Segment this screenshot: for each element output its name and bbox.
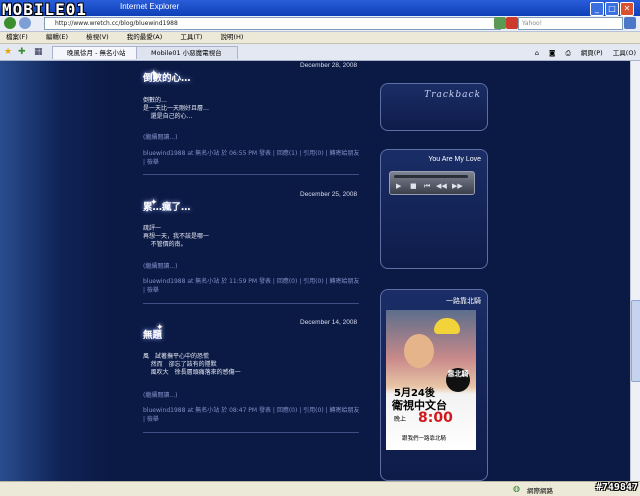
- divider: [143, 174, 359, 175]
- menu-tools[interactable]: 工具(T): [180, 33, 202, 41]
- poster-seal: 靠北騎: [446, 368, 470, 392]
- image-tag: #749847: [595, 482, 638, 493]
- trackback-title: Trackback: [424, 90, 481, 100]
- music-player: ▶ ■ ⏮ ◀◀ ▶▶: [389, 171, 475, 195]
- author-link[interactable]: bluewind1988: [143, 150, 185, 157]
- window-title: Internet Explorer: [120, 2, 180, 11]
- trackback-widget: Trackback: [380, 83, 488, 131]
- add-favorite-icon[interactable]: ✚: [18, 47, 26, 57]
- sparkle-icon: ✦: [150, 198, 158, 208]
- rewind-icon[interactable]: ◀◀: [436, 182, 447, 190]
- home-icon[interactable]: ⌂: [535, 49, 539, 57]
- forward-button[interactable]: [19, 17, 31, 29]
- command-bar: ⌂ ◙ ⎙ 網頁(P) 工具(O): [527, 47, 636, 58]
- helmet-shape: [434, 318, 460, 334]
- maximize-button[interactable]: □: [605, 2, 619, 16]
- status-bar: ◍ 網際網路 #749847: [0, 481, 640, 496]
- music-widget: You Are My Love ▶ ■ ⏮ ◀◀ ▶▶: [380, 149, 488, 269]
- post-date: December 14, 2008: [300, 319, 358, 326]
- poster-widget: 一路靠北騎 靠北騎 5月24後 衛視中文台 晚上 8:00 跟我們一路靠北騎: [380, 289, 488, 481]
- security-zone: 網際網路: [527, 487, 553, 495]
- next-icon[interactable]: ▶▶: [452, 182, 463, 190]
- author-link[interactable]: bluewind1988: [143, 278, 185, 285]
- print-icon[interactable]: ⎙: [565, 49, 570, 57]
- divider: [143, 432, 359, 433]
- post-meta: bluewind1988 at 無名小站 於 08:47 PM 發表 | 回應(…: [143, 406, 361, 424]
- menu-bar: 檔案(F) 編輯(E) 檢視(V) 我的最愛(A) 工具(T) 說明(H): [0, 32, 640, 44]
- tools-menu[interactable]: 工具(O): [613, 49, 636, 57]
- poster-evening: 晚上: [394, 416, 407, 423]
- poster-title: 一路靠北騎: [446, 298, 481, 305]
- minimize-button[interactable]: _: [590, 2, 604, 16]
- close-button[interactable]: ✕: [620, 2, 634, 16]
- post-date: December 25, 2008: [300, 191, 358, 198]
- sparkle-icon: ✦: [150, 69, 158, 79]
- menu-favorites[interactable]: 我的最愛(A): [127, 33, 163, 41]
- face-shape: [404, 334, 434, 368]
- vertical-scrollbar[interactable]: [630, 61, 640, 481]
- address-input[interactable]: http://www.wretch.cc/blog/bluewind1988: [44, 17, 501, 30]
- poster-time: 8:00: [418, 410, 453, 426]
- menu-edit[interactable]: 編輯(E): [46, 33, 68, 41]
- scrollbar-thumb[interactable]: [631, 300, 640, 382]
- menu-view[interactable]: 檢視(V): [86, 33, 109, 41]
- previous-icon[interactable]: ⏮: [424, 182, 430, 191]
- stop-icon[interactable]: ■: [410, 182, 417, 190]
- title-bar: Internet Explorer _ □ ✕: [0, 0, 640, 16]
- address-toolbar: http://www.wretch.cc/blog/bluewind1988 Y…: [0, 16, 640, 32]
- read-more-link[interactable]: (繼續閱讀...): [143, 261, 177, 270]
- tv-poster-image[interactable]: 靠北騎 5月24後 衛視中文台 晚上 8:00 跟我們一路靠北騎: [386, 310, 476, 450]
- post-body: 倒數的… 是一天比一天剛好且層… 還是自己的心…: [143, 97, 210, 120]
- post-meta: bluewind1988 at 無名小站 於 06:55 PM 發表 | 回應(…: [143, 149, 361, 167]
- sparkle-icon: ✦: [156, 323, 164, 333]
- post-body: 疏評一 再想一天，我不該是哪一 不管價的南。: [143, 225, 210, 248]
- refresh-button[interactable]: [494, 17, 506, 29]
- tab-bar: ★ ✚ ▦ 晚風徐月 - 無名小站 Mobile01 小惡魔電視台 ⌂ ◙ ⎙ …: [0, 44, 640, 61]
- read-more-link[interactable]: (繼續閱讀...): [143, 390, 177, 399]
- progress-bar[interactable]: [394, 175, 468, 178]
- post-date: December 28, 2008: [300, 62, 358, 69]
- post-body: 風 試著撫平心中的恐慌 然而 卻忘了該有的隱默 風吹大 徐長層頭痛落來的感傷一: [143, 353, 241, 376]
- divider: [143, 303, 359, 304]
- play-icon[interactable]: ▶: [396, 182, 401, 190]
- author-link[interactable]: bluewind1988: [143, 407, 185, 414]
- menu-file[interactable]: 檔案(F): [6, 33, 28, 41]
- search-icon[interactable]: [624, 17, 636, 29]
- feeds-icon[interactable]: ◙: [549, 49, 555, 57]
- poster-tagline: 跟我們一路靠北騎: [402, 436, 447, 442]
- tab-list-icon[interactable]: ▦: [34, 47, 43, 57]
- menu-help[interactable]: 說明(H): [221, 33, 244, 41]
- search-input[interactable]: Yahoo!: [518, 17, 623, 30]
- tab-mobile01[interactable]: Mobile01 小惡魔電視台: [136, 46, 238, 59]
- favorites-star-icon[interactable]: ★: [4, 47, 12, 57]
- blog-page: December 28, 2008 倒數的心… ✦ 倒數的… 是一天比一天剛好且…: [0, 61, 630, 481]
- stop-button[interactable]: [506, 17, 518, 29]
- post-meta: bluewind1988 at 無名小站 於 11:59 PM 發表 | 回應(…: [143, 277, 361, 295]
- music-title: You Are My Love: [428, 156, 481, 163]
- back-button[interactable]: [4, 17, 16, 29]
- page-menu[interactable]: 網頁(P): [581, 49, 603, 57]
- globe-icon: ◍: [513, 484, 520, 493]
- read-more-link[interactable]: (繼續閱讀...): [143, 132, 177, 141]
